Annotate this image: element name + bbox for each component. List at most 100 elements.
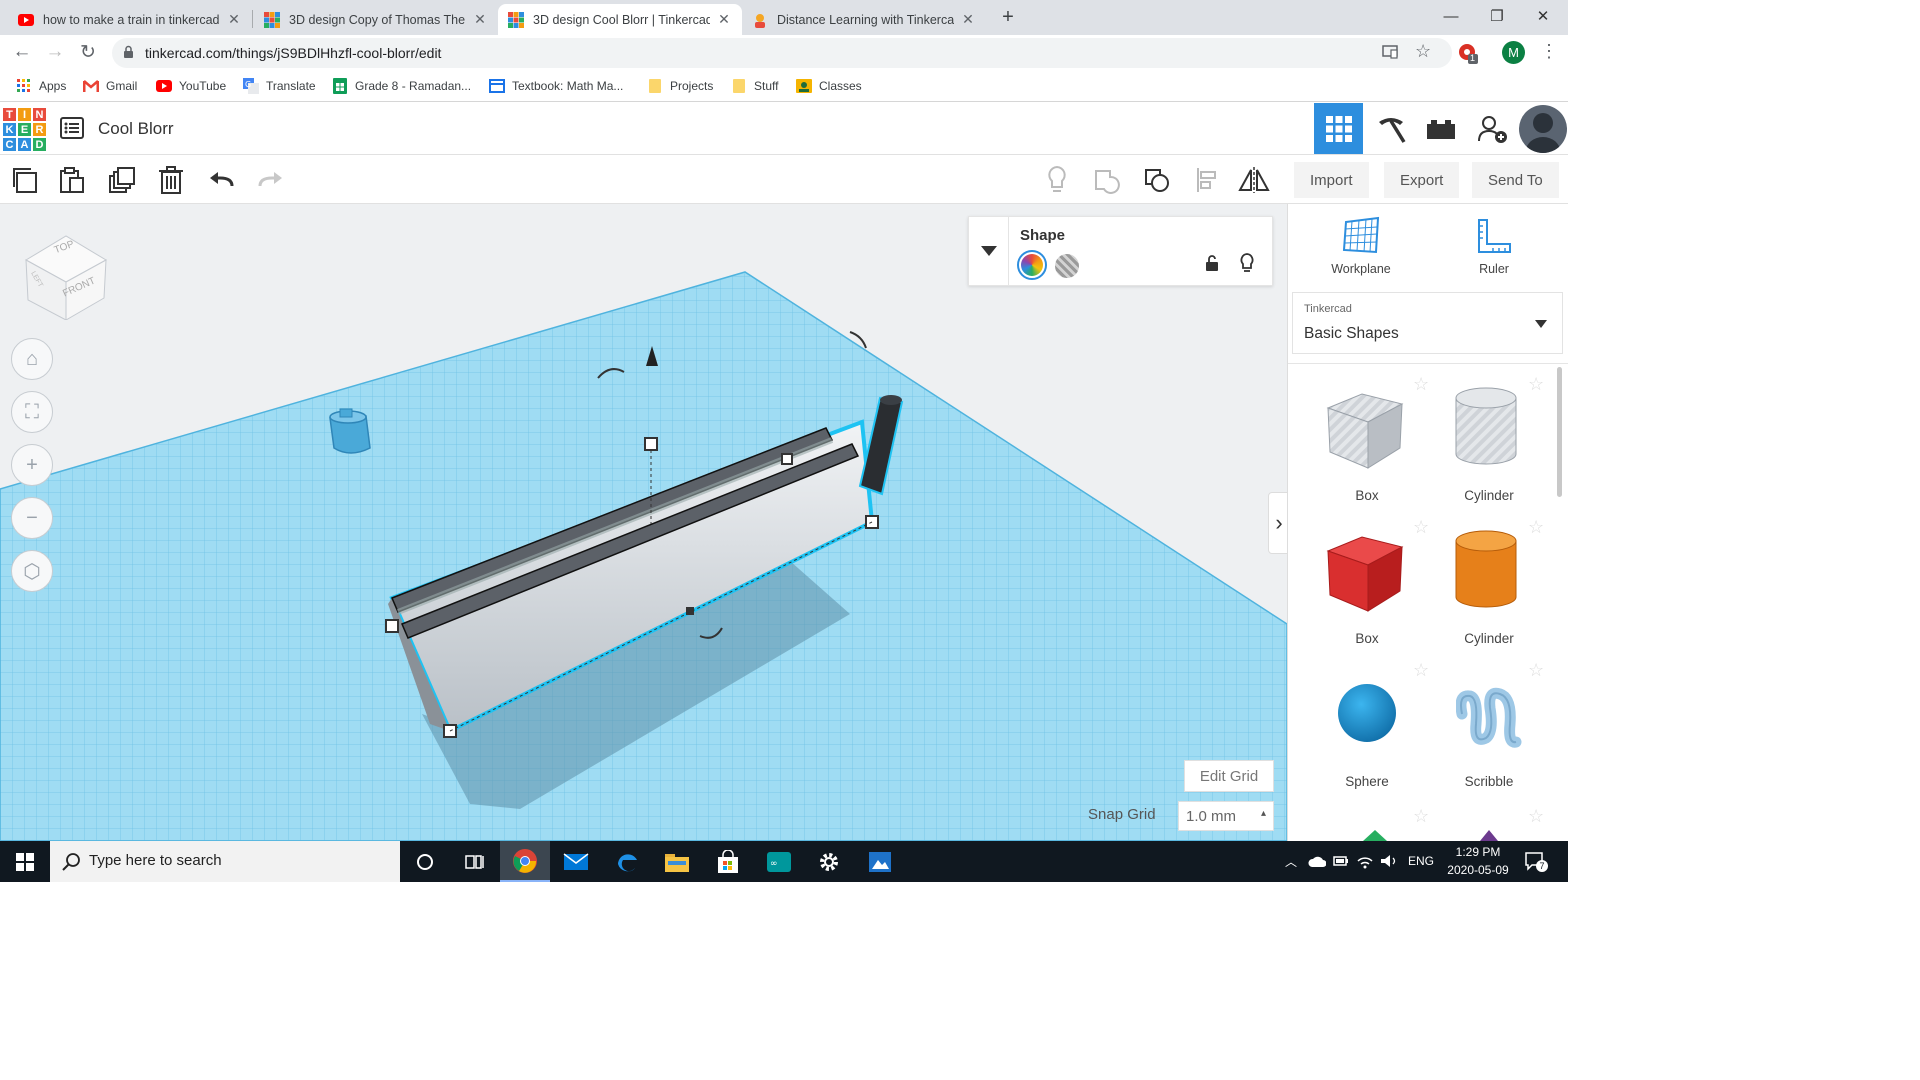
redo-icon[interactable] [253, 163, 287, 197]
lock-icon[interactable] [1205, 254, 1219, 277]
mail-taskbar-button[interactable] [551, 841, 601, 882]
cortana-button[interactable] [400, 841, 450, 882]
extension-icon[interactable]: 1 [1457, 42, 1479, 64]
zoom-in-button[interactable]: + [11, 444, 53, 486]
ruler-tool[interactable]: Ruler [1464, 216, 1524, 282]
delete-icon[interactable] [154, 163, 188, 197]
close-tab-icon[interactable]: ✕ [472, 11, 488, 28]
close-tab-icon[interactable]: ✕ [226, 11, 242, 28]
cloud-sync-icon[interactable] [1308, 854, 1326, 868]
shape-box-red[interactable]: Box ☆ [1306, 517, 1429, 647]
forward-button[interactable]: → [40, 37, 70, 67]
profile-avatar[interactable]: M [1502, 41, 1525, 64]
language-indicator[interactable]: ENG [1408, 854, 1434, 868]
perspective-toggle-button[interactable]: ⬡ [11, 550, 53, 592]
zoom-out-button[interactable]: − [11, 497, 53, 539]
workplane-tool[interactable]: Workplane [1328, 216, 1394, 282]
bookmark-translate[interactable]: G Translate [243, 76, 316, 96]
edge-taskbar-button[interactable] [602, 841, 652, 882]
invite-people-button[interactable] [1467, 103, 1516, 154]
store-taskbar-button[interactable] [703, 841, 753, 882]
new-tab-button[interactable]: + [996, 6, 1020, 30]
bricks-view-button[interactable] [1416, 103, 1465, 154]
shape-sphere-blue[interactable]: Sphere ☆ [1306, 660, 1429, 790]
chrome-taskbar-button[interactable] [500, 841, 550, 882]
panel-scrollbar[interactable] [1557, 367, 1562, 497]
favorite-star-icon[interactable]: ☆ [1413, 517, 1429, 538]
minimize-window-button[interactable]: — [1428, 0, 1474, 32]
action-center-button[interactable]: 7 [1524, 851, 1548, 872]
bookmark-stuff[interactable]: Stuff [731, 76, 778, 96]
tab-thomas-design[interactable]: 3D design Copy of Thomas The T ✕ [254, 4, 498, 35]
3d-design-view-button[interactable] [1314, 103, 1363, 154]
bookmark-gmail[interactable]: Gmail [83, 76, 137, 96]
ungroup-icon[interactable] [1140, 163, 1174, 197]
volume-icon[interactable] [1380, 853, 1398, 869]
snap-grid-select[interactable]: 1.0 mm ▴ [1178, 801, 1274, 831]
group-icon[interactable] [1090, 163, 1124, 197]
cast-icon[interactable] [1382, 45, 1398, 64]
show-all-bulb-icon[interactable] [1040, 163, 1074, 197]
edit-grid-button[interactable]: Edit Grid [1184, 760, 1274, 792]
show-hidden-icons-chevron-icon[interactable]: ︿ [1285, 853, 1297, 870]
design-title[interactable]: Cool Blorr [98, 119, 174, 139]
close-tab-icon[interactable]: ✕ [960, 11, 976, 28]
favorite-star-icon[interactable]: ☆ [1413, 806, 1429, 827]
fit-view-button[interactable]: ⛶ [11, 391, 53, 433]
duplicate-icon[interactable] [105, 163, 139, 197]
cone-purple-icon[interactable] [1480, 830, 1498, 841]
solid-color-button[interactable] [1017, 250, 1047, 280]
paste-icon[interactable] [55, 163, 89, 197]
tab-distance-learning[interactable]: Distance Learning with Tinkercad ✕ [742, 4, 986, 35]
clock-time[interactable]: 1:29 PM [1453, 845, 1503, 859]
photos-taskbar-button[interactable] [855, 841, 905, 882]
favorite-star-icon[interactable]: ☆ [1528, 374, 1544, 395]
chrome-menu-icon[interactable]: ⋮ [1540, 41, 1558, 62]
close-tab-icon[interactable]: ✕ [716, 11, 732, 28]
minecraft-pickaxe-button[interactable] [1366, 103, 1415, 154]
bookmark-apps[interactable]: Apps [16, 76, 66, 96]
arduino-taskbar-button[interactable]: ∞ [754, 841, 804, 882]
clock-date[interactable]: 2020-05-09 [1443, 863, 1513, 877]
tab-youtube[interactable]: how to make a train in tinkercad ✕ [8, 4, 252, 35]
home-view-button[interactable]: ⌂ [11, 338, 53, 380]
import-button[interactable]: Import [1294, 162, 1369, 198]
close-window-button[interactable]: ✕ [1520, 0, 1566, 32]
collapse-inspector-button[interactable] [969, 217, 1009, 285]
battery-icon[interactable] [1333, 855, 1349, 867]
shape-library-select[interactable]: Tinkercad Basic Shapes [1292, 292, 1563, 354]
user-avatar[interactable] [1519, 105, 1567, 153]
settings-taskbar-button[interactable] [804, 841, 854, 882]
back-button[interactable]: ← [7, 37, 37, 67]
visibility-bulb-icon[interactable] [1239, 252, 1255, 279]
task-view-button[interactable] [450, 841, 500, 882]
pyramid-green-icon[interactable] [1363, 830, 1387, 841]
taskbar-search-box[interactable]: Type here to search [50, 841, 400, 882]
file-explorer-taskbar-button[interactable] [652, 841, 702, 882]
address-bar[interactable]: tinkercad.com/things/jS9BDlHhzfl-cool-bl… [112, 38, 1452, 68]
3d-workspace[interactable]: TOP FRONT LEFT ⌂ ⛶ + − ⬡ Shape › Edit Gr… [0, 204, 1287, 841]
reload-button[interactable]: ↻ [73, 37, 103, 67]
favorite-star-icon[interactable]: ☆ [1413, 374, 1429, 395]
start-button[interactable] [0, 841, 50, 882]
bookmark-youtube[interactable]: YouTube [156, 76, 226, 96]
design-list-icon[interactable] [60, 117, 84, 144]
favorite-star-icon[interactable]: ☆ [1413, 660, 1429, 681]
maximize-window-button[interactable]: ❐ [1474, 0, 1520, 32]
copy-icon[interactable] [7, 163, 41, 197]
favorite-star-icon[interactable]: ☆ [1528, 660, 1544, 681]
panel-collapse-chevron-icon[interactable]: › [1268, 492, 1287, 554]
bookmark-textbook[interactable]: Textbook: Math Ma... [489, 76, 623, 96]
view-cube[interactable]: TOP FRONT LEFT [22, 230, 112, 321]
send-to-button[interactable]: Send To [1472, 162, 1559, 198]
bookmark-star-icon[interactable]: ☆ [1415, 41, 1431, 62]
export-button[interactable]: Export [1384, 162, 1460, 198]
bookmark-projects[interactable]: Projects [647, 76, 713, 96]
favorite-star-icon[interactable]: ☆ [1528, 517, 1544, 538]
bookmark-grade8[interactable]: Grade 8 - Ramadan... [332, 76, 471, 96]
shape-cylinder-orange[interactable]: Cylinder ☆ [1428, 517, 1550, 647]
hole-button[interactable] [1055, 254, 1079, 278]
undo-icon[interactable] [205, 163, 239, 197]
shape-cylinder-striped[interactable]: Cylinder ☆ [1428, 374, 1550, 504]
tab-cool-blorr[interactable]: 3D design Cool Blorr | Tinkercad ✕ [498, 4, 742, 35]
